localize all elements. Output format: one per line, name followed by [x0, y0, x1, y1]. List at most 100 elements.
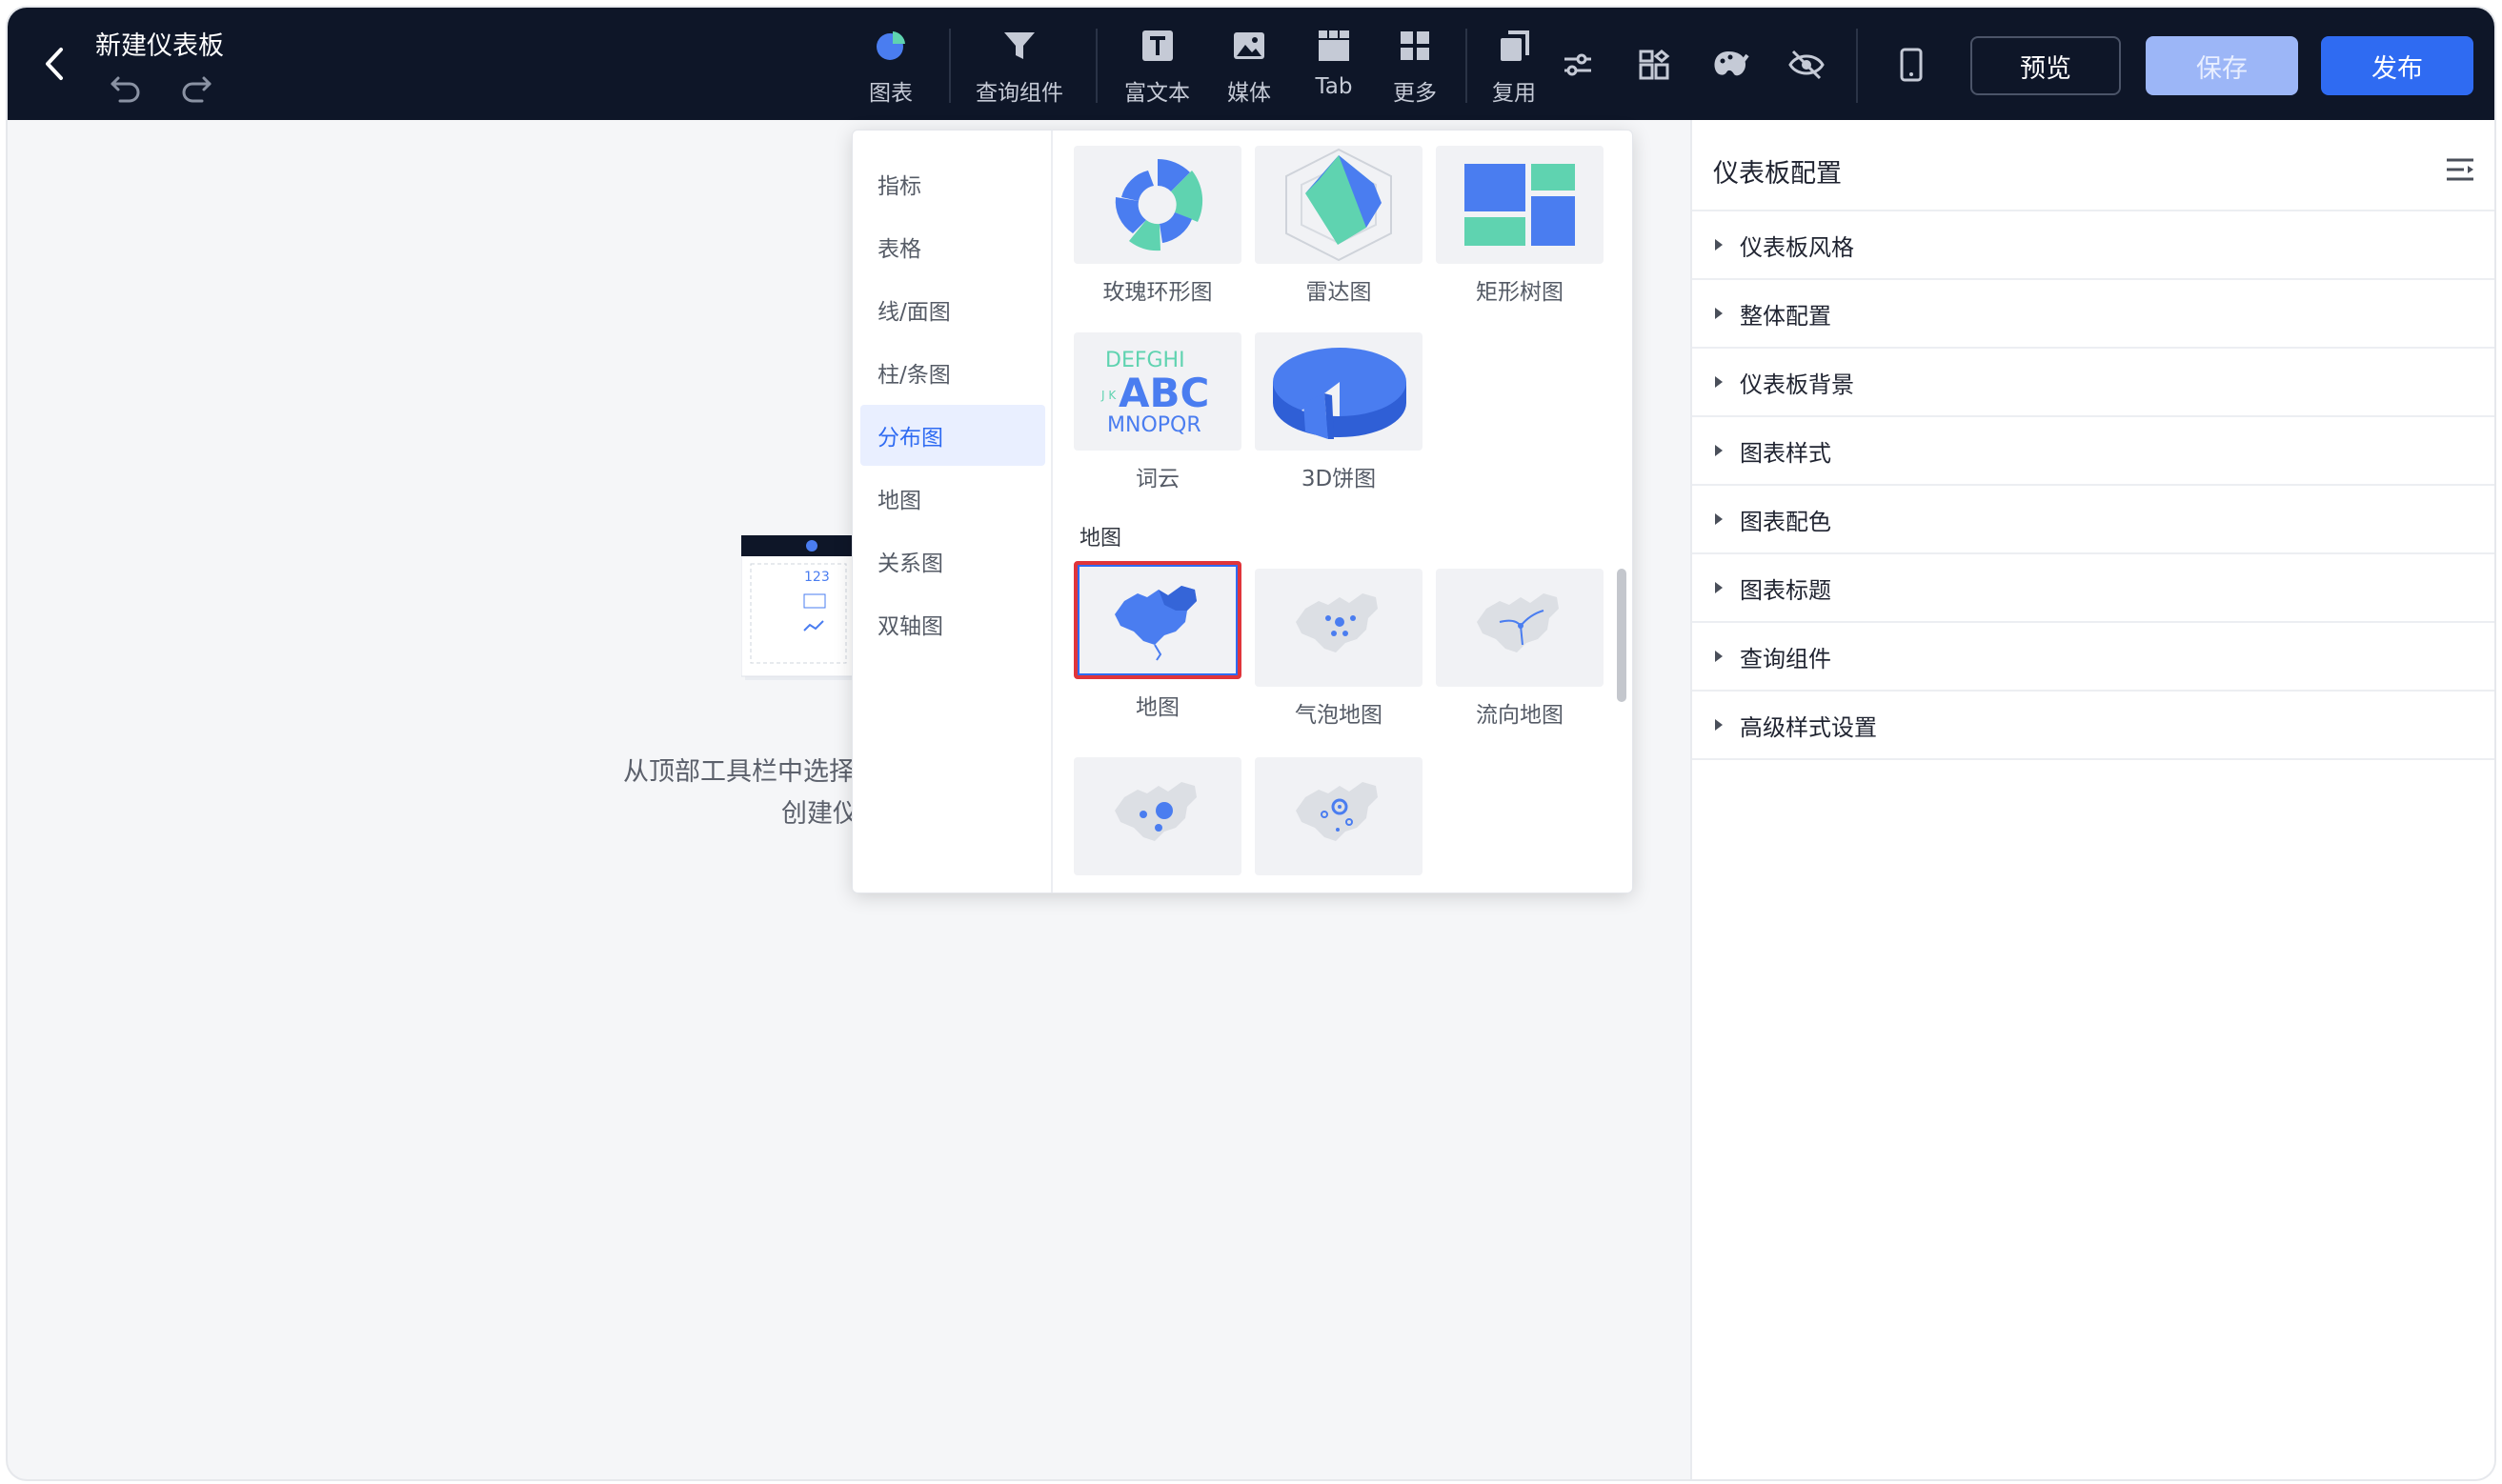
rose-ring-chart-icon	[1074, 146, 1241, 264]
config-section-chart-style[interactable]: 图表样式	[1692, 417, 2494, 486]
config-section-background[interactable]: 仪表板背景	[1692, 349, 2494, 417]
chart-tile-radar[interactable]: 雷达图	[1255, 146, 1423, 306]
config-section-overall[interactable]: 整体配置	[1692, 280, 2494, 349]
tool-chart[interactable]: 图表	[869, 27, 913, 109]
pie-3d-chart-icon	[1255, 332, 1423, 451]
china-map-icon	[1074, 561, 1241, 679]
config-section-style[interactable]: 仪表板风格	[1692, 211, 2494, 280]
section-title-map: 地图	[1079, 527, 1122, 551]
tool-tab-label: Tab	[1315, 74, 1353, 99]
category-dual-axis[interactable]: 双轴图	[860, 593, 1045, 654]
tool-richtext[interactable]: 富文本	[1124, 27, 1190, 109]
config-section-label: 高级样式设置	[1740, 713, 1877, 741]
chart-type-grid: 玫瑰环形图 雷达图 矩形树图 DEFGHI J K ABC MNOPQR 词云 …	[1055, 130, 1632, 892]
chart-tile-label: 玫瑰环形图	[1102, 280, 1213, 305]
config-section-advanced[interactable]: 高级样式设置	[1692, 692, 2494, 760]
settings-sliders-icon[interactable]	[1559, 46, 1597, 84]
chart-tile-map-variant[interactable]	[1255, 757, 1423, 875]
wordcloud-word: ABC	[1119, 370, 1209, 416]
tool-reuse[interactable]: 复用	[1492, 27, 1536, 109]
tool-media-label: 媒体	[1227, 81, 1271, 106]
toolbar-divider	[1856, 29, 1858, 103]
config-section-label: 图表配色	[1740, 508, 1831, 535]
caret-right-icon	[1715, 582, 1723, 593]
chart-tile-label: 雷达图	[1305, 280, 1372, 305]
chart-tile-label: 流向地图	[1476, 703, 1564, 728]
tool-chart-label: 图表	[869, 81, 913, 106]
config-section-query[interactable]: 查询组件	[1692, 623, 2494, 692]
config-section-list: 仪表板风格 整体配置 仪表板背景 图表样式 图表配色 图表标题 查询组件 高级样…	[1692, 210, 2494, 760]
preview-button[interactable]: 预览	[1970, 36, 2121, 95]
config-section-label: 仪表板风格	[1740, 233, 1854, 261]
filter-icon	[1000, 27, 1039, 65]
grid-icon	[1396, 27, 1434, 65]
chart-tile-map-variant[interactable]	[1074, 757, 1241, 875]
caret-right-icon	[1715, 513, 1723, 525]
tool-more[interactable]: 更多	[1393, 27, 1437, 109]
caret-right-icon	[1715, 445, 1723, 456]
category-relation[interactable]: 关系图	[860, 531, 1045, 592]
bubble-map-icon	[1255, 569, 1423, 687]
empty-hint-line2: 创建仪	[781, 799, 858, 829]
panel-title: 仪表板配置	[1713, 159, 1842, 189]
dashboard-config-panel: 仪表板配置 仪表板风格 整体配置 仪表板背景 图表样式 图表配色 图表标题 查询…	[1690, 120, 2494, 1479]
category-bar[interactable]: 柱/条图	[860, 342, 1045, 403]
config-section-label: 图表标题	[1740, 576, 1831, 604]
dot-map-icon	[1074, 757, 1241, 875]
mobile-icon[interactable]	[1892, 46, 1930, 84]
toolbar-divider	[949, 29, 951, 103]
config-section-chart-colors[interactable]: 图表配色	[1692, 486, 2494, 554]
chart-tile-3d-pie[interactable]: 3D饼图	[1255, 332, 1423, 492]
palette-icon[interactable]	[1711, 46, 1749, 84]
empty-canvas-illustration: 123	[740, 534, 865, 688]
category-table[interactable]: 表格	[860, 216, 1045, 277]
config-section-label: 整体配置	[1740, 302, 1831, 330]
wordcloud-chart-icon: DEFGHI J K ABC MNOPQR	[1074, 332, 1241, 451]
back-icon[interactable]	[36, 40, 74, 88]
chart-tile-treemap[interactable]: 矩形树图	[1436, 146, 1604, 306]
chart-tile-label: 3D饼图	[1301, 467, 1377, 491]
chart-tile-flow-map[interactable]: 流向地图	[1436, 569, 1604, 729]
config-section-label: 图表样式	[1740, 439, 1831, 467]
tool-query-label: 查询组件	[976, 81, 1063, 106]
chart-tile-wordcloud[interactable]: DEFGHI J K ABC MNOPQR 词云	[1074, 332, 1241, 492]
layout-icon[interactable]	[1635, 46, 1673, 84]
chart-tile-label: 地图	[1136, 695, 1180, 720]
chart-tile-label: 气泡地图	[1295, 703, 1382, 728]
treemap-chart-icon	[1436, 146, 1604, 264]
category-map[interactable]: 地图	[860, 468, 1045, 529]
undo-icon[interactable]	[109, 70, 143, 105]
tool-media[interactable]: 媒体	[1227, 27, 1271, 109]
empty-hint-line1: 从顶部工具栏中选择	[623, 757, 855, 787]
tool-more-label: 更多	[1393, 81, 1437, 106]
publish-button[interactable]: 发布	[2321, 36, 2473, 95]
dropdown-scrollbar[interactable]	[1617, 569, 1626, 702]
tool-query[interactable]: 查询组件	[976, 27, 1063, 109]
caret-right-icon	[1715, 376, 1723, 388]
chart-picker-dropdown: 指标 表格 线/面图 柱/条图 分布图 地图 关系图 双轴图 玫瑰环形图 雷达图…	[852, 130, 1633, 893]
dashboard-title[interactable]: 新建仪表板	[95, 25, 224, 62]
redo-icon[interactable]	[179, 70, 213, 105]
chart-tile-map[interactable]: 地图	[1074, 561, 1241, 721]
text-icon	[1139, 27, 1177, 65]
chart-tile-rose-ring[interactable]: 玫瑰环形图	[1074, 146, 1241, 306]
flow-map-icon	[1436, 569, 1604, 687]
category-metric[interactable]: 指标	[860, 153, 1045, 214]
config-section-chart-title[interactable]: 图表标题	[1692, 554, 2494, 623]
top-toolbar: 新建仪表板 图表 查询组件 富文本 媒体 Tab 更多 复用 预览 保存 发布	[8, 8, 2494, 120]
pie-chart-icon	[872, 27, 910, 65]
eye-off-icon[interactable]	[1787, 46, 1826, 84]
thumb-number: 123	[804, 570, 830, 585]
save-button[interactable]: 保存	[2146, 36, 2298, 95]
app-window: 新建仪表板 图表 查询组件 富文本 媒体 Tab 更多 复用 预览 保存 发布 …	[8, 8, 2494, 1479]
pin-map-icon	[1255, 757, 1423, 875]
chart-tile-bubble-map[interactable]: 气泡地图	[1255, 569, 1423, 729]
category-distribution[interactable]: 分布图	[860, 405, 1045, 466]
collapse-menu-icon[interactable]	[2445, 156, 2475, 183]
caret-right-icon	[1715, 308, 1723, 319]
category-line-area[interactable]: 线/面图	[860, 279, 1045, 340]
image-icon	[1230, 27, 1268, 65]
tool-tab[interactable]: Tab	[1315, 27, 1353, 109]
caret-right-icon	[1715, 239, 1723, 251]
chart-category-list: 指标 表格 线/面图 柱/条图 分布图 地图 关系图 双轴图	[853, 130, 1053, 892]
